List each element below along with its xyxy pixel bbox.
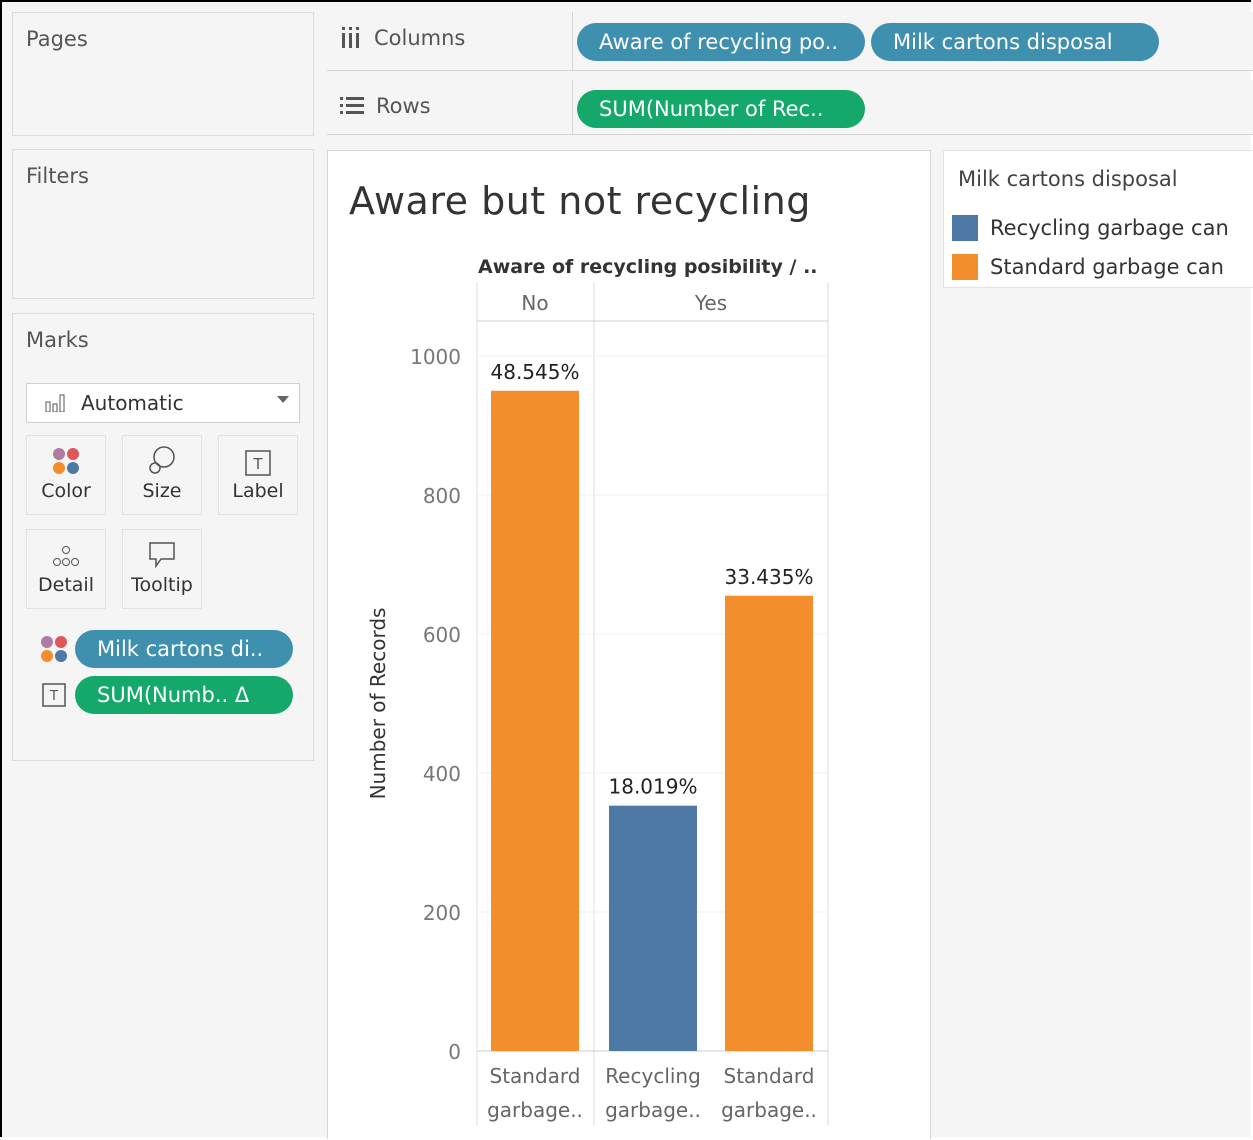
column-header-title: Aware of recycling posibility / .. xyxy=(478,256,818,278)
bar-data-label: 48.545% xyxy=(491,360,580,384)
legend-title: Milk cartons disposal xyxy=(958,167,1178,191)
bar-3 xyxy=(725,595,813,1051)
tableau-workspace: Pages Filters Marks Automatic Color Size… xyxy=(0,0,1253,1139)
mark-type-dropdown[interactable]: Automatic xyxy=(26,383,300,423)
text-label-icon: T xyxy=(245,450,271,476)
label-encoding-icon: T xyxy=(42,683,66,707)
color-pill[interactable]: Milk cartons di.. xyxy=(75,630,293,668)
color-encoding-icon xyxy=(41,636,67,662)
svg-text:T: T xyxy=(49,689,58,704)
columns-icon xyxy=(342,27,359,48)
bar-chart-icon xyxy=(45,394,67,412)
y-tick-label: 200 xyxy=(423,901,461,925)
rows-shelf-label: Rows xyxy=(340,94,431,118)
detail-button[interactable]: Detail xyxy=(26,529,106,609)
columns-shelf-label: Columns xyxy=(340,26,465,50)
color-icon xyxy=(53,448,79,474)
tooltip-button[interactable]: Tooltip xyxy=(122,529,202,609)
mark-type-label: Automatic xyxy=(81,391,184,415)
tooltip-icon xyxy=(149,542,175,569)
legend-swatch-recycling xyxy=(952,215,978,241)
label-button-label: Label xyxy=(232,480,284,502)
size-button-label: Size xyxy=(142,480,182,502)
legend-item-standard[interactable]: Standard garbage can xyxy=(952,254,1224,280)
pane-header-no: No xyxy=(521,291,548,315)
marks-title: Marks xyxy=(26,328,89,352)
svg-text:T: T xyxy=(252,455,263,473)
detail-icon xyxy=(53,546,79,566)
x-tick-label-line1: Standard xyxy=(724,1064,815,1088)
y-tick-label: 400 xyxy=(423,762,461,786)
y-tick-label: 600 xyxy=(423,623,461,647)
color-legend[interactable]: Milk cartons disposal Recycling garbage … xyxy=(943,150,1253,288)
x-tick-label-line2: garbage.. xyxy=(487,1098,583,1122)
bar-data-label: 33.435% xyxy=(725,565,814,589)
legend-label-recycling: Recycling garbage can xyxy=(990,216,1229,240)
pages-panel[interactable]: Pages xyxy=(12,12,314,136)
legend-item-recycling[interactable]: Recycling garbage can xyxy=(952,215,1229,241)
pane-header-yes: Yes xyxy=(694,291,727,315)
detail-button-label: Detail xyxy=(38,574,94,596)
label-button[interactable]: T Label xyxy=(218,435,298,515)
chevron-down-icon xyxy=(277,396,289,403)
pages-title: Pages xyxy=(26,27,88,51)
y-tick-label: 800 xyxy=(423,484,461,508)
bar-1 xyxy=(491,390,579,1051)
bar-chart: Aware of recycling posibility / .. No Yes 0… xyxy=(366,256,829,1126)
legend-swatch-standard xyxy=(952,254,978,280)
x-tick-label-line2: garbage.. xyxy=(721,1098,817,1122)
label-pill[interactable]: SUM(Numb.. Δ xyxy=(75,676,293,714)
x-tick-label-line1: Recycling xyxy=(605,1064,701,1088)
y-tick-label: 1000 xyxy=(410,345,461,369)
y-tick-label: 0 xyxy=(448,1040,461,1064)
legend-label-standard: Standard garbage can xyxy=(990,255,1224,279)
bar-data-label: 18.019% xyxy=(609,775,698,799)
y-axis-title: Number of Records xyxy=(366,608,390,800)
tooltip-button-label: Tooltip xyxy=(131,574,193,596)
columns-pill-aware[interactable]: Aware of recycling po.. xyxy=(577,23,865,61)
worksheet-view: Aware but not recycling Aware of recycli… xyxy=(327,150,931,1139)
color-button[interactable]: Color xyxy=(26,435,106,515)
rows-icon xyxy=(340,97,364,114)
x-tick-label-line1: Standard xyxy=(490,1064,581,1088)
size-icon xyxy=(149,446,175,474)
rows-pill-sum-records[interactable]: SUM(Number of Rec.. xyxy=(577,90,865,128)
filters-title: Filters xyxy=(26,164,89,188)
filters-panel[interactable]: Filters xyxy=(12,149,314,299)
x-tick-label-line2: garbage.. xyxy=(605,1098,701,1122)
columns-pill-milk-cartons[interactable]: Milk cartons disposal xyxy=(871,23,1159,61)
bar-2 xyxy=(609,805,697,1051)
color-button-label: Color xyxy=(41,480,91,502)
size-button[interactable]: Size xyxy=(122,435,202,515)
